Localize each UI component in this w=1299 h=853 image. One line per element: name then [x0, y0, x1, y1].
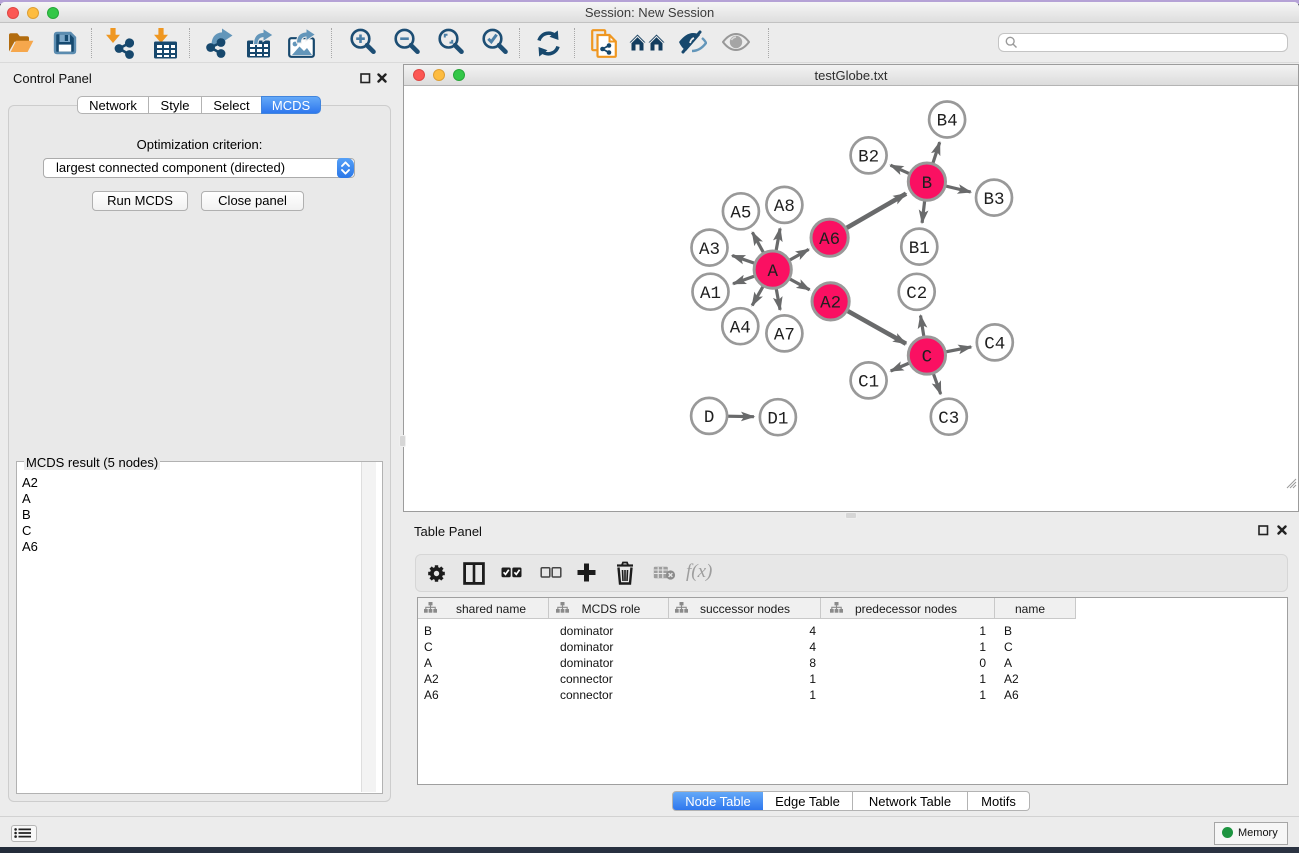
svg-text:C2: C2 [906, 284, 927, 304]
svg-text:C: C [922, 348, 933, 368]
svg-text:A1: A1 [700, 284, 721, 304]
svg-text:A3: A3 [699, 240, 720, 260]
svg-text:B: B [922, 174, 933, 194]
svg-text:B3: B3 [983, 190, 1004, 210]
svg-text:A8: A8 [774, 197, 795, 217]
svg-text:C1: C1 [858, 373, 879, 393]
svg-text:B4: B4 [937, 112, 958, 132]
svg-text:D: D [704, 408, 715, 428]
svg-text:A6: A6 [819, 230, 840, 250]
svg-text:C4: C4 [984, 335, 1005, 355]
svg-text:A7: A7 [774, 326, 795, 346]
svg-text:A2: A2 [820, 294, 841, 314]
svg-text:C3: C3 [938, 409, 959, 429]
svg-text:B1: B1 [909, 239, 930, 259]
svg-text:A: A [767, 262, 778, 282]
svg-text:A4: A4 [730, 318, 751, 338]
svg-text:A5: A5 [730, 204, 751, 224]
svg-text:D1: D1 [767, 409, 788, 429]
svg-text:B2: B2 [858, 148, 879, 168]
